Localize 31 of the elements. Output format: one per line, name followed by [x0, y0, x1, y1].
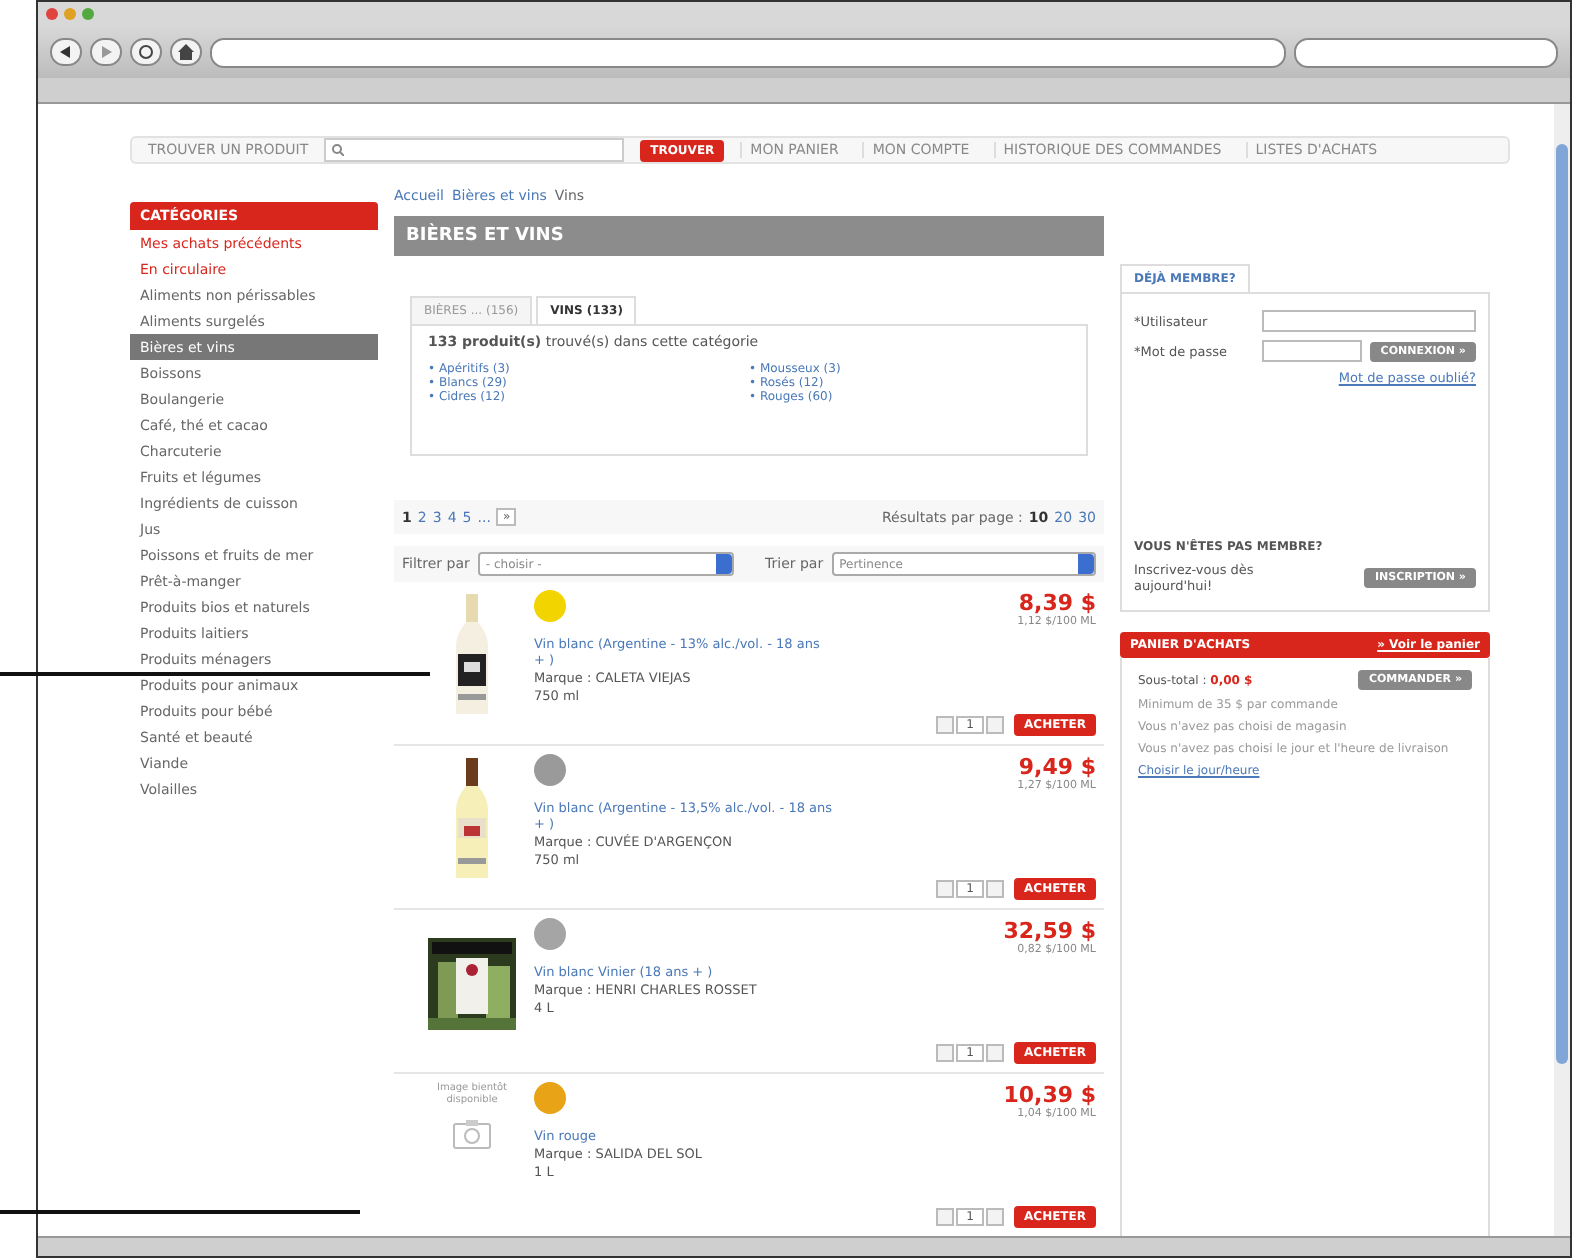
- scrollbar-thumb[interactable]: [1556, 144, 1568, 1064]
- increase-button[interactable]: [986, 1044, 1005, 1062]
- address-field[interactable]: [210, 37, 1286, 67]
- category-heading: BIÈRES ET VINS: [394, 216, 1104, 256]
- product-price: 10,39 $: [1003, 1082, 1096, 1108]
- increase-button[interactable]: [986, 1208, 1005, 1226]
- product-price: 9,49 $: [1017, 754, 1096, 780]
- home-icon: [178, 44, 194, 60]
- search-field[interactable]: [324, 138, 625, 162]
- username-field[interactable]: [1262, 310, 1476, 332]
- back-arrow-icon: [60, 46, 72, 58]
- camera-icon: [452, 1118, 492, 1150]
- reload-icon: [138, 44, 154, 60]
- search-icon: [332, 144, 345, 156]
- increase-button[interactable]: [986, 880, 1005, 898]
- increase-button[interactable]: [986, 716, 1005, 734]
- decrease-button[interactable]: [936, 716, 955, 734]
- product-price: 8,39 $: [1017, 590, 1096, 616]
- decrease-button[interactable]: [936, 880, 955, 898]
- decrease-button[interactable]: [936, 1208, 955, 1226]
- home-button[interactable]: [170, 38, 202, 66]
- forward-arrow-icon: [100, 46, 112, 58]
- search-field[interactable]: [1294, 37, 1558, 67]
- decrease-button[interactable]: [936, 1044, 955, 1062]
- back-button[interactable]: [50, 38, 82, 66]
- close-icon[interactable]: [46, 8, 58, 20]
- password-field[interactable]: [1262, 340, 1363, 362]
- zoom-icon[interactable]: [82, 8, 94, 20]
- minimize-icon[interactable]: [64, 8, 76, 20]
- reload-button[interactable]: [130, 38, 162, 66]
- product-price: 32,59 $: [1003, 918, 1096, 944]
